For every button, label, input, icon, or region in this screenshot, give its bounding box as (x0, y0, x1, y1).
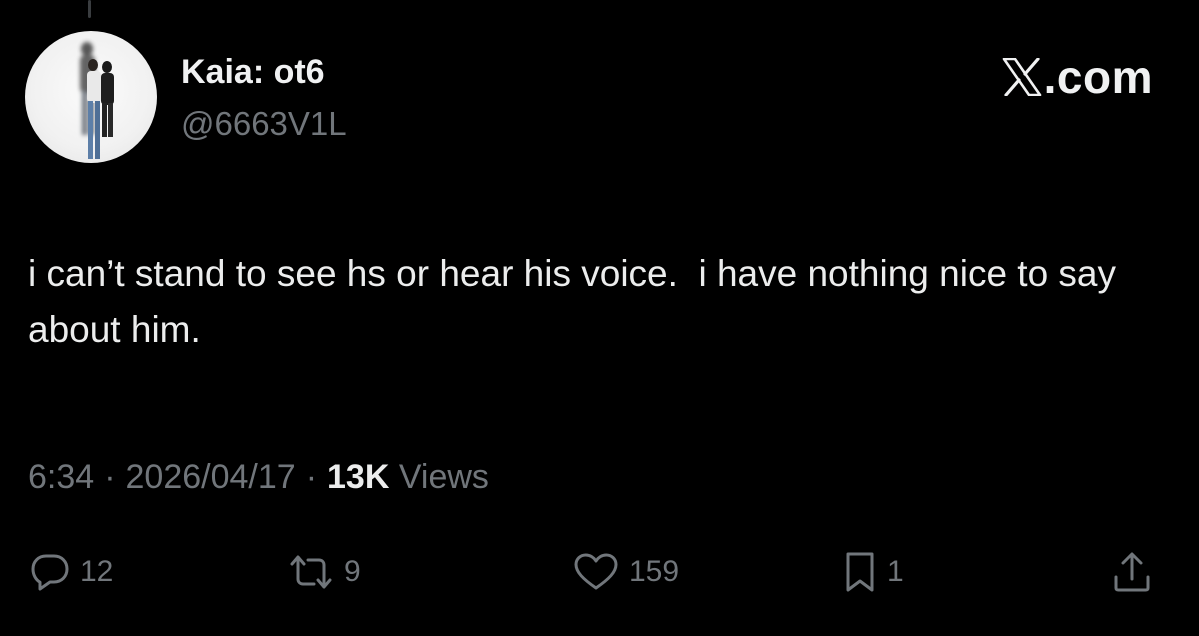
repost-count: 9 (344, 555, 361, 588)
reply-button[interactable]: 12 (30, 550, 113, 594)
tweet-meta: 6:34 · 2026/04/17 · 13K Views (28, 457, 489, 497)
views-count[interactable]: 13K (327, 458, 389, 496)
tweet-date[interactable]: 2026/04/17 (126, 458, 296, 496)
heart-icon (574, 553, 618, 590)
bookmark-icon (846, 552, 874, 592)
x-logo-icon (1002, 58, 1041, 96)
brand-domain-text: .com (1043, 51, 1153, 103)
share-button[interactable] (1112, 550, 1152, 594)
like-count: 159 (629, 555, 680, 588)
like-button[interactable]: 159 (573, 550, 679, 594)
avatar[interactable] (25, 31, 157, 163)
display-name[interactable]: Kaia: ot6 (181, 52, 325, 92)
thread-connector-line (88, 0, 91, 18)
user-handle[interactable]: @6663V1L (181, 104, 347, 144)
repost-button[interactable]: 9 (288, 550, 361, 594)
tweet-text: i can’t stand to see hs or hear his voic… (28, 253, 1127, 350)
bookmark-button[interactable]: 1 (843, 550, 904, 594)
profile-photo (80, 42, 114, 159)
views-label[interactable]: Views (399, 458, 489, 496)
brand-watermark: .com (1002, 51, 1153, 103)
share-icon (1114, 552, 1150, 592)
bookmark-count: 1 (887, 555, 904, 588)
reply-icon (31, 554, 69, 591)
meta-separator: · (104, 458, 116, 496)
reply-count: 12 (80, 555, 114, 588)
repost-icon (290, 555, 332, 589)
tweet-time[interactable]: 6:34 (28, 458, 94, 496)
meta-separator: · (305, 458, 318, 496)
